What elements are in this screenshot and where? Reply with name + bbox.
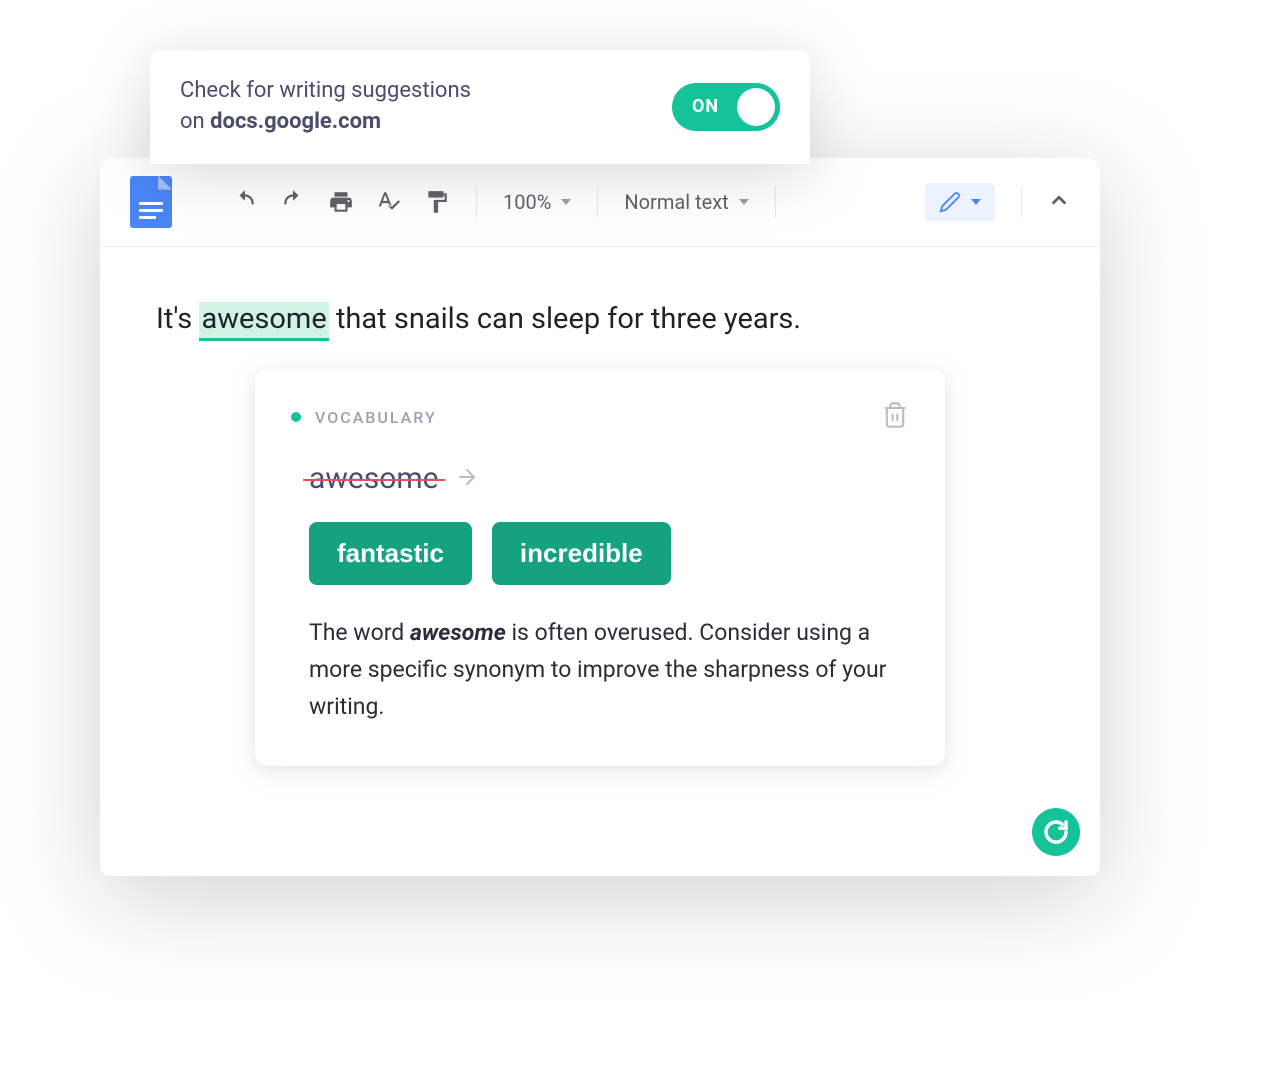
document-body[interactable]: It's awesome that snails can sleep for t… bbox=[100, 247, 1100, 806]
sentence-suffix: that snails can sleep for three years. bbox=[329, 302, 801, 336]
toggle-state-label: ON bbox=[692, 96, 719, 117]
spellcheck-icon[interactable] bbox=[376, 189, 402, 215]
toggle-line1: Check for writing suggestions bbox=[180, 78, 471, 103]
toolbar-divider bbox=[597, 187, 598, 217]
toggle-line2-prefix: on bbox=[180, 109, 210, 134]
collapse-toolbar-icon[interactable] bbox=[1048, 189, 1070, 215]
grammarly-g-icon bbox=[1041, 817, 1071, 847]
arrow-right-icon bbox=[455, 465, 479, 493]
caret-down-icon bbox=[739, 199, 749, 205]
undo-icon[interactable] bbox=[232, 189, 258, 215]
docs-toolbar: 100% Normal text bbox=[100, 158, 1100, 247]
toggle-domain: docs.google.com bbox=[210, 109, 381, 134]
explanation-bold-word: awesome bbox=[410, 619, 506, 646]
suggestion-category: VOCABULARY bbox=[315, 408, 437, 427]
edit-mode-button[interactable] bbox=[925, 183, 995, 221]
suggestions-toggle[interactable]: ON bbox=[672, 83, 780, 131]
toolbar-divider bbox=[775, 187, 776, 217]
toolbar-divider bbox=[476, 187, 477, 217]
zoom-dropdown[interactable]: 100% bbox=[503, 190, 571, 214]
toggle-knob bbox=[737, 88, 775, 126]
redo-icon[interactable] bbox=[280, 189, 306, 215]
suggestion-button-incredible[interactable]: incredible bbox=[492, 522, 671, 585]
dismiss-suggestion-button[interactable] bbox=[881, 401, 909, 433]
document-text: It's awesome that snails can sleep for t… bbox=[156, 299, 1044, 340]
paint-format-icon[interactable] bbox=[424, 189, 450, 215]
docs-window: 100% Normal text It's awesome th bbox=[100, 158, 1100, 876]
caret-down-icon bbox=[971, 199, 981, 205]
suggestion-card: VOCABULARY awesome fantastic incredible bbox=[255, 369, 945, 765]
highlighted-word[interactable]: awesome bbox=[199, 302, 328, 341]
zoom-value: 100% bbox=[503, 190, 551, 214]
sentence-prefix: It's bbox=[156, 302, 199, 336]
toolbar-divider bbox=[1021, 187, 1022, 217]
toggle-description: Check for writing suggestions on docs.go… bbox=[180, 76, 471, 138]
print-icon[interactable] bbox=[328, 189, 354, 215]
suggestion-button-fantastic[interactable]: fantastic bbox=[309, 522, 472, 585]
caret-down-icon bbox=[561, 199, 571, 205]
pencil-icon bbox=[939, 191, 961, 213]
style-value: Normal text bbox=[624, 190, 728, 214]
paragraph-style-dropdown[interactable]: Normal text bbox=[624, 190, 748, 214]
suggestion-explanation: The word awesome is often overused. Cons… bbox=[309, 615, 909, 725]
trash-icon bbox=[881, 401, 909, 429]
grammarly-badge[interactable] bbox=[1032, 808, 1080, 856]
google-docs-icon bbox=[130, 176, 172, 228]
original-word-strikethrough: awesome bbox=[309, 461, 439, 496]
category-dot-icon bbox=[291, 412, 301, 422]
suggestions-toggle-panel: Check for writing suggestions on docs.go… bbox=[150, 50, 810, 164]
